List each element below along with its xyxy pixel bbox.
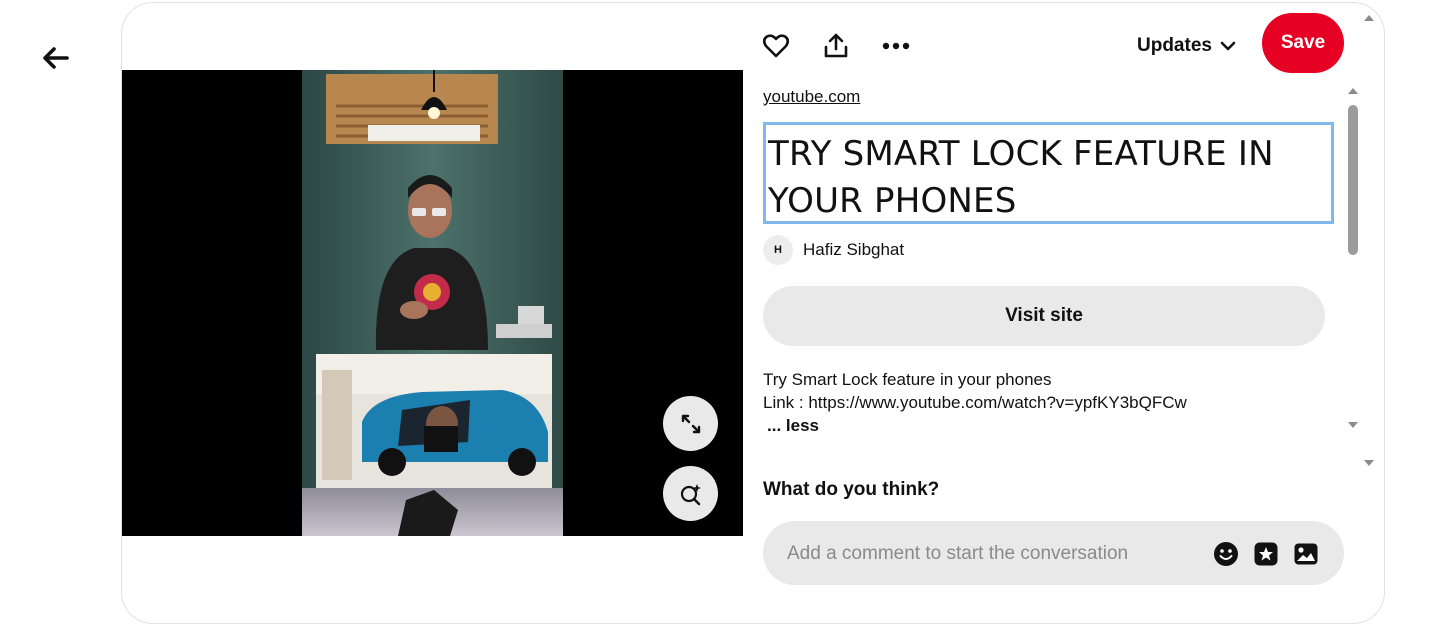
save-button[interactable]: Save xyxy=(1262,13,1344,73)
visual-search-icon xyxy=(680,483,701,505)
comment-box xyxy=(763,521,1344,587)
pin-media xyxy=(122,70,743,536)
sticker-button[interactable] xyxy=(1252,540,1280,568)
visit-site-button[interactable]: Visit site xyxy=(763,286,1325,346)
updates-label: Updates xyxy=(1137,35,1212,56)
comments-heading: What do you think? xyxy=(763,479,940,500)
image-upload-button[interactable] xyxy=(1292,540,1320,568)
pin-description: Try Smart Lock feature in your phones Li… xyxy=(763,368,1187,437)
avatar: H xyxy=(763,235,793,265)
chevron-down-icon xyxy=(1220,41,1236,51)
comment-input[interactable] xyxy=(785,521,1209,587)
details-scrollbar[interactable] xyxy=(1346,85,1360,435)
like-button[interactable] xyxy=(759,29,793,63)
emoji-button[interactable] xyxy=(1212,540,1240,568)
pin-video-image[interactable] xyxy=(302,70,563,536)
pin-title: TRY SMART LOCK FEATURE IN YOUR PHONES xyxy=(768,134,1274,221)
expand-button[interactable] xyxy=(663,396,718,451)
more-dots-icon xyxy=(882,42,910,50)
updates-dropdown[interactable]: Updates xyxy=(1137,33,1236,59)
pin-details: Updates Save youtube.com TRY SMART LOCK … xyxy=(763,3,1383,623)
scroll-up-arrow-icon xyxy=(1348,88,1358,94)
page-scroll-down-arrow-icon xyxy=(1364,460,1374,466)
author-name: Hafiz Sibghat xyxy=(803,240,905,259)
page-scrollbar[interactable] xyxy=(1362,10,1376,470)
emoji-icon xyxy=(1214,542,1238,566)
description-text: Try Smart Lock feature in your phones xyxy=(763,370,1052,389)
less-toggle[interactable]: ... less xyxy=(763,414,1187,437)
page-scroll-up-arrow-icon xyxy=(1364,15,1374,21)
scroll-down-arrow-icon xyxy=(1348,422,1358,428)
author-link[interactable]: H Hafiz Sibghat xyxy=(763,235,904,265)
more-options-button[interactable] xyxy=(879,29,913,63)
scroll-thumb xyxy=(1348,105,1358,255)
source-domain-link[interactable]: youtube.com xyxy=(763,87,860,107)
share-icon xyxy=(824,33,848,58)
image-icon xyxy=(1294,543,1318,565)
expand-icon xyxy=(681,414,700,433)
sticker-icon xyxy=(1254,542,1278,566)
heart-icon xyxy=(763,34,789,58)
description-link[interactable]: Link : https://www.youtube.com/watch?v=y… xyxy=(763,391,1187,414)
share-button[interactable] xyxy=(819,29,853,63)
pin-card: Updates Save youtube.com TRY SMART LOCK … xyxy=(121,2,1385,624)
back-button[interactable] xyxy=(36,38,76,78)
arrow-left-icon xyxy=(43,47,69,69)
pin-title-box: TRY SMART LOCK FEATURE IN YOUR PHONES xyxy=(763,122,1334,224)
visual-search-button[interactable] xyxy=(663,466,718,521)
